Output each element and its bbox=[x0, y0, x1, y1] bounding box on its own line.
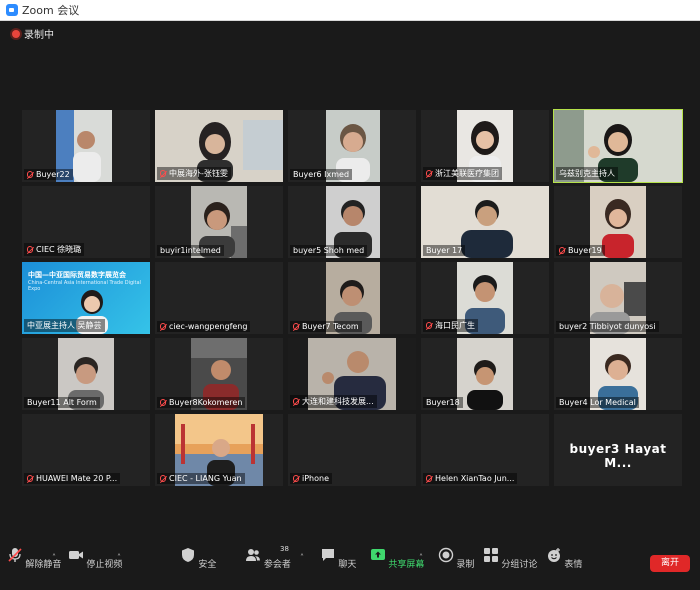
window-title: Zoom 会议 bbox=[22, 4, 80, 17]
title-bar: Zoom 会议 bbox=[0, 0, 700, 21]
participant-name-label: 浙江美联医疗集团 bbox=[423, 167, 502, 180]
participants-icon bbox=[246, 549, 261, 561]
participant-tile[interactable]: Buyer6 Ixmed bbox=[288, 110, 416, 182]
zoom-logo-icon bbox=[6, 4, 18, 16]
participant-name-label: 中亚展主持人 吴静芸 bbox=[24, 319, 105, 332]
participant-name-label: Buyer7 Tecom bbox=[290, 321, 362, 332]
participant-name-label: HUAWEI Mate 20 P... bbox=[24, 473, 121, 484]
participant-display-name: buyer3 Hayat M... bbox=[569, 442, 667, 470]
participant-name-label: Buyer 17 bbox=[423, 245, 466, 256]
mic-muted-icon bbox=[27, 475, 33, 482]
participant-name-label: Buyer4 Lor Medical bbox=[556, 397, 639, 408]
security-button[interactable]: 安全 bbox=[168, 547, 228, 570]
mic-muted-icon bbox=[559, 247, 565, 254]
participant-tile[interactable]: Buyer4 Lor Medical bbox=[554, 338, 682, 410]
reactions-button[interactable]: 表情 bbox=[534, 547, 594, 570]
mic-muted-icon bbox=[293, 323, 299, 330]
record-dot-icon bbox=[12, 29, 20, 38]
record-icon bbox=[438, 547, 453, 563]
participant-tile[interactable]: CIEC 徐晓璐 bbox=[22, 186, 150, 258]
chat-button[interactable]: 聊天 bbox=[308, 547, 368, 570]
participant-tile[interactable]: Buyer7 Tecom bbox=[288, 262, 416, 334]
participant-name-label: Buyer8Kokomeren bbox=[157, 397, 246, 408]
breakout-rooms-icon bbox=[483, 548, 498, 562]
share-screen-button[interactable]: 共享屏幕 bbox=[367, 547, 427, 570]
participant-tile[interactable]: Buyer 17 bbox=[421, 186, 549, 258]
emoji-smile-icon bbox=[547, 548, 560, 562]
participants-count: 38 bbox=[280, 545, 289, 553]
participant-name-label: iPhone bbox=[290, 473, 333, 484]
mic-muted-icon bbox=[426, 475, 432, 482]
mic-muted-icon bbox=[160, 323, 166, 330]
recording-label: 录制中 bbox=[24, 30, 54, 41]
participant-tile[interactable]: Buyer19 bbox=[554, 186, 682, 258]
participant-tile[interactable]: buyir1intelmed bbox=[155, 186, 283, 258]
breakout-rooms-button[interactable]: 分组讨论 bbox=[480, 547, 540, 570]
participant-tile-active-speaker[interactable]: 乌兹别克主持人 bbox=[553, 109, 683, 183]
participant-name-label: 乌兹别克主持人 bbox=[556, 167, 618, 180]
participant-tile[interactable]: 中展海外-张钰雯 bbox=[155, 110, 283, 182]
shield-icon bbox=[181, 548, 194, 562]
participant-tile[interactable]: buyer2 Tibbiyot dunyosi bbox=[554, 262, 682, 334]
chat-bubble-icon bbox=[321, 549, 334, 561]
mic-muted-icon bbox=[293, 398, 299, 405]
participant-tile[interactable]: 海口民广生 bbox=[421, 262, 549, 334]
participant-name-label: CIEC - LIANG Yuan bbox=[157, 473, 245, 484]
participant-name-label: CIEC 徐晓璐 bbox=[24, 243, 85, 256]
participant-tile[interactable]: HUAWEI Mate 20 P... bbox=[22, 414, 150, 486]
recording-indicator[interactable]: 录制中 bbox=[12, 26, 54, 41]
participant-tile[interactable]: Buyer18 bbox=[421, 338, 549, 410]
participant-tile[interactable]: 大连和建科技发展... bbox=[288, 338, 416, 410]
participant-video bbox=[457, 338, 513, 410]
mic-muted-icon bbox=[160, 399, 166, 406]
participant-name-label: buyer2 Tibbiyot dunyosi bbox=[556, 321, 659, 332]
participant-name-label: Buyer19 bbox=[556, 245, 605, 256]
mic-muted-icon bbox=[160, 475, 166, 482]
audio-options-caret-icon[interactable]: ˄ bbox=[52, 553, 56, 562]
video-options-caret-icon[interactable]: ˄ bbox=[117, 553, 121, 562]
participants-options-caret-icon[interactable]: ˄ bbox=[300, 553, 304, 562]
participant-name-label: Buyer22 bbox=[24, 169, 73, 180]
share-screen-icon bbox=[370, 549, 385, 560]
video-camera-icon bbox=[68, 551, 83, 559]
record-button[interactable]: 录制 bbox=[426, 547, 486, 570]
participant-tile[interactable]: Buyer11 Alt Form bbox=[22, 338, 150, 410]
mic-muted-icon bbox=[27, 246, 33, 253]
share-options-caret-icon[interactable]: ˄ bbox=[419, 553, 423, 562]
mic-muted-icon bbox=[426, 170, 432, 177]
participant-tile[interactable]: buyer3 Hayat M... bbox=[554, 414, 682, 486]
zoom-window: Zoom 会议 录制中 Buyer22 中展海外-张钰雯 Buyer6 Ixme… bbox=[0, 0, 700, 590]
participant-name-label: Buyer18 bbox=[423, 397, 463, 408]
participant-tile[interactable]: 中国—中亚国际贸易数字展览会 China-Central Asia Intern… bbox=[22, 262, 150, 334]
mic-off-icon bbox=[7, 548, 22, 562]
mic-muted-icon bbox=[293, 475, 299, 482]
participant-tile[interactable]: Helen XianTao Jun... bbox=[421, 414, 549, 486]
stop-video-button[interactable]: 停止视频 bbox=[65, 547, 125, 570]
participant-name-label: 海口民广生 bbox=[423, 319, 478, 332]
participant-name-label: Buyer6 Ixmed bbox=[290, 169, 353, 180]
mic-muted-icon bbox=[426, 322, 432, 329]
participant-tile[interactable]: 浙江美联医疗集团 bbox=[421, 110, 549, 182]
meeting-toolbar: 解除静音 ˄ 停止视频 ˄ 安全 38 参会者 ˄ 聊天 共享屏幕 ˄ 录制 分… bbox=[0, 543, 700, 590]
gallery-grid: Buyer22 中展海外-张钰雯 Buyer6 Ixmed 浙江美联医疗集团 乌… bbox=[22, 109, 683, 488]
mic-muted-icon bbox=[27, 171, 33, 178]
participants-button[interactable]: 38 参会者 bbox=[238, 545, 298, 570]
participant-name-label: buyir1intelmed bbox=[157, 245, 224, 256]
participant-name-label: ciec-wangpengfeng bbox=[157, 321, 251, 332]
participant-tile[interactable]: iPhone bbox=[288, 414, 416, 486]
mic-muted-icon bbox=[160, 170, 166, 177]
participant-tile[interactable]: CIEC - LIANG Yuan bbox=[155, 414, 283, 486]
participant-name-label: Helen XianTao Jun... bbox=[423, 473, 518, 484]
participant-name-label: 中展海外-张钰雯 bbox=[157, 167, 231, 180]
participant-tile[interactable]: Buyer22 bbox=[22, 110, 150, 182]
leave-meeting-button[interactable]: 离开 bbox=[650, 555, 690, 572]
participant-name-label: 大连和建科技发展... bbox=[290, 395, 377, 408]
participant-tile[interactable]: ciec-wangpengfeng bbox=[155, 262, 283, 334]
participant-name-label: Buyer11 Alt Form bbox=[24, 397, 100, 408]
participant-name-label: buyer5 Shoh med bbox=[290, 245, 368, 256]
participant-tile[interactable]: Buyer8Kokomeren bbox=[155, 338, 283, 410]
participant-tile[interactable]: buyer5 Shoh med bbox=[288, 186, 416, 258]
